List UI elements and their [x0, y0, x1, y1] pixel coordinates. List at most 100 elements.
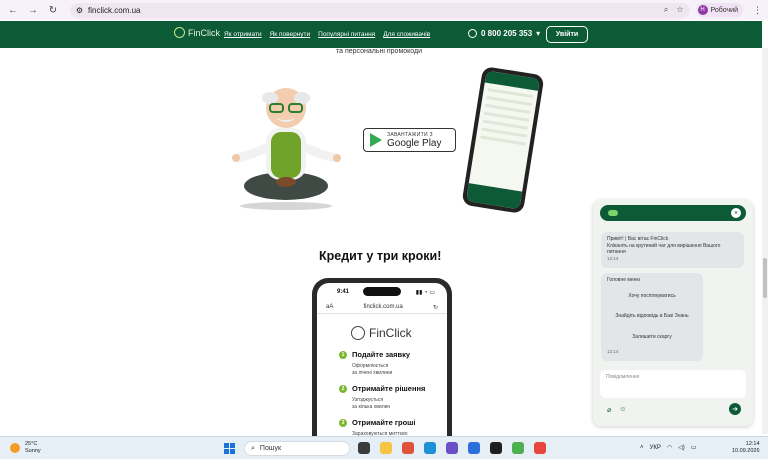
step-description: Узгоджується за кілька хвилин: [352, 397, 390, 411]
chat-menu-message: Головне меню Хочу поспілкуватись Знайдіт…: [601, 273, 703, 361]
close-icon[interactable]: ×: [731, 208, 741, 218]
step-number: 1: [339, 351, 347, 359]
phone-logo: FinClick: [351, 326, 412, 340]
app-icon[interactable]: [512, 442, 524, 454]
google-play-big: Google Play: [387, 137, 442, 149]
chat-tools: ⌀ ☺: [607, 406, 626, 414]
task-view-icon[interactable]: [358, 442, 370, 454]
chat-menu-title: Головне меню: [607, 277, 641, 283]
app-screen-footer: [466, 183, 523, 210]
system-tray: ˄ УКР ◠ ◁) ▭: [640, 444, 697, 452]
windows-start-icon[interactable]: [224, 443, 235, 454]
chat-option-complaint[interactable]: Залишити скаргу: [607, 334, 697, 340]
phone-url-bar: аА finclick.com.ua ↻: [323, 302, 441, 312]
google-play-label: ЗАВАНТАЖИТИ З Google Play: [387, 132, 441, 149]
chat-header: ×: [600, 205, 746, 221]
language-indicator[interactable]: УКР: [650, 445, 661, 451]
temperature: 25°C: [25, 441, 38, 447]
chat-widget: × Привіт! | Вас вітає FinClick Кліканіть…: [593, 200, 753, 426]
step-title: Отримайте рішення: [352, 384, 426, 393]
back-arrow-icon[interactable]: ←: [6, 3, 20, 17]
phone-time: 9:41: [337, 289, 350, 295]
volume-icon[interactable]: ◁): [678, 444, 685, 451]
site-logo[interactable]: FinClick: [174, 27, 220, 38]
promo-text: та персональні промокоди: [336, 48, 423, 55]
chevron-down-icon: ▾: [536, 29, 541, 38]
step-desc-line: Оформлюється: [352, 363, 389, 369]
menu-link-faq[interactable]: Популярні питання: [318, 31, 375, 38]
profile-label: Робочий: [710, 6, 739, 14]
app-screen-line: [479, 135, 526, 146]
app-icon[interactable]: [468, 442, 480, 454]
logo-text: FinClick: [188, 27, 221, 38]
phone-reload-icon: ↻: [432, 304, 438, 311]
phone-divider: [317, 313, 447, 314]
step-number: 2: [339, 385, 347, 393]
profile-button[interactable]: Н Робочий: [695, 3, 744, 17]
file-explorer-icon[interactable]: [380, 442, 392, 454]
phone-number: 0 800 205 353: [481, 29, 533, 38]
teams-icon[interactable]: [446, 442, 458, 454]
phone-icon: [468, 29, 477, 38]
bookmark-star-icon[interactable]: ☆: [676, 5, 683, 15]
greeting-line: Кліканіть на крутиний чат для вирішення …: [607, 242, 721, 249]
mascot-illustration: [232, 88, 341, 210]
address-bar[interactable]: ⚙ finclick.com.ua ⌕ ☆: [69, 2, 690, 18]
weather-text: 25°C Sunny: [25, 441, 41, 455]
chat-option-talk[interactable]: Хочу поспілкуватись: [607, 293, 697, 299]
phone-dropdown[interactable]: 0 800 205 353 ▾: [468, 29, 540, 38]
send-button[interactable]: ➜: [729, 403, 741, 415]
site-header: FinClick Як отримати Як повернути Популя…: [0, 21, 762, 48]
edge-icon[interactable]: [424, 442, 436, 454]
steps-phone-screen: 9:41 ▮▮ ◔ ▭ аА finclick.com.ua ↻ FinClic…: [317, 283, 447, 438]
login-button[interactable]: Увійти: [546, 26, 588, 43]
step-title: Подайте заявку: [352, 350, 411, 359]
google-play-icon: [370, 133, 382, 147]
menu-link-how-to-get[interactable]: Як отримати: [224, 31, 262, 38]
emoji-icon[interactable]: ☺: [619, 406, 626, 414]
chat-toggle[interactable]: [608, 210, 618, 216]
app-phone-mockup: [461, 66, 545, 214]
step-title: Отримайте гроші: [352, 418, 416, 427]
clock-time: 12:14: [745, 441, 760, 447]
step-number: 3: [339, 419, 347, 427]
search-placeholder: Пошук: [259, 445, 282, 452]
reload-icon[interactable]: ↻: [46, 3, 60, 17]
site-info-icon[interactable]: ⚙: [76, 6, 83, 15]
sun-icon: [10, 443, 20, 453]
chat-option-knowledge-base[interactable]: Знайдіть відповідь в Базі Знань: [607, 313, 697, 319]
attach-icon[interactable]: ⌀: [607, 406, 611, 414]
wifi-icon[interactable]: ◠: [667, 444, 672, 451]
chat-greeting-message: Привіт! | Вас вітає FinClick Кліканіть н…: [601, 232, 744, 268]
chevron-up-icon[interactable]: ˄: [640, 445, 644, 451]
copilot-icon[interactable]: [402, 442, 414, 454]
url-text: finclick.com.ua: [88, 5, 141, 15]
chrome-icon[interactable]: [534, 442, 546, 454]
signal-battery-icon: ▮▮ ◔ ▭: [415, 290, 435, 296]
taskbar-search[interactable]: ⌕ Пошук: [244, 441, 350, 456]
chat-message-input[interactable]: Повідомлення: [600, 370, 746, 398]
menu-link-consumers[interactable]: Для споживачів: [383, 31, 430, 38]
step-desc-line: Узгоджується: [352, 397, 384, 403]
message-time: 12:14: [607, 255, 619, 261]
forward-arrow-icon[interactable]: →: [26, 3, 40, 17]
step-desc-line: за лічені хвилини: [352, 370, 393, 376]
finclick-logo-icon: [351, 326, 365, 340]
phone-logo-text: FinClick: [369, 326, 412, 340]
steps-phone-mockup: 9:41 ▮▮ ◔ ▭ аА finclick.com.ua ↻ FinClic…: [312, 278, 452, 438]
phone-text-size: аА: [326, 304, 334, 310]
clock-date: 10.09.2026: [732, 448, 760, 454]
menu-link-how-to-repay[interactable]: Як повернути: [270, 31, 311, 38]
more-menu-icon[interactable]: ⋮: [753, 5, 762, 16]
zoom-icon[interactable]: ⌕: [664, 5, 668, 15]
message-time: 12:14: [607, 349, 619, 354]
terminal-icon[interactable]: [490, 442, 502, 454]
page-scrollbar[interactable]: [762, 48, 768, 434]
step-desc-line: за кілька хвилин: [352, 404, 391, 410]
battery-icon[interactable]: ▭: [691, 444, 697, 451]
windows-taskbar: 25°C Sunny ⌕ Пошук ˄ УКР ◠ ◁) ▭ 12:14 10…: [0, 436, 768, 459]
google-play-button[interactable]: ЗАВАНТАЖИТИ З Google Play: [363, 128, 456, 152]
scroll-thumb[interactable]: [763, 258, 767, 298]
weather-widget[interactable]: 25°C Sunny: [10, 441, 41, 455]
taskbar-clock[interactable]: 12:14 10.09.2026: [732, 441, 760, 455]
